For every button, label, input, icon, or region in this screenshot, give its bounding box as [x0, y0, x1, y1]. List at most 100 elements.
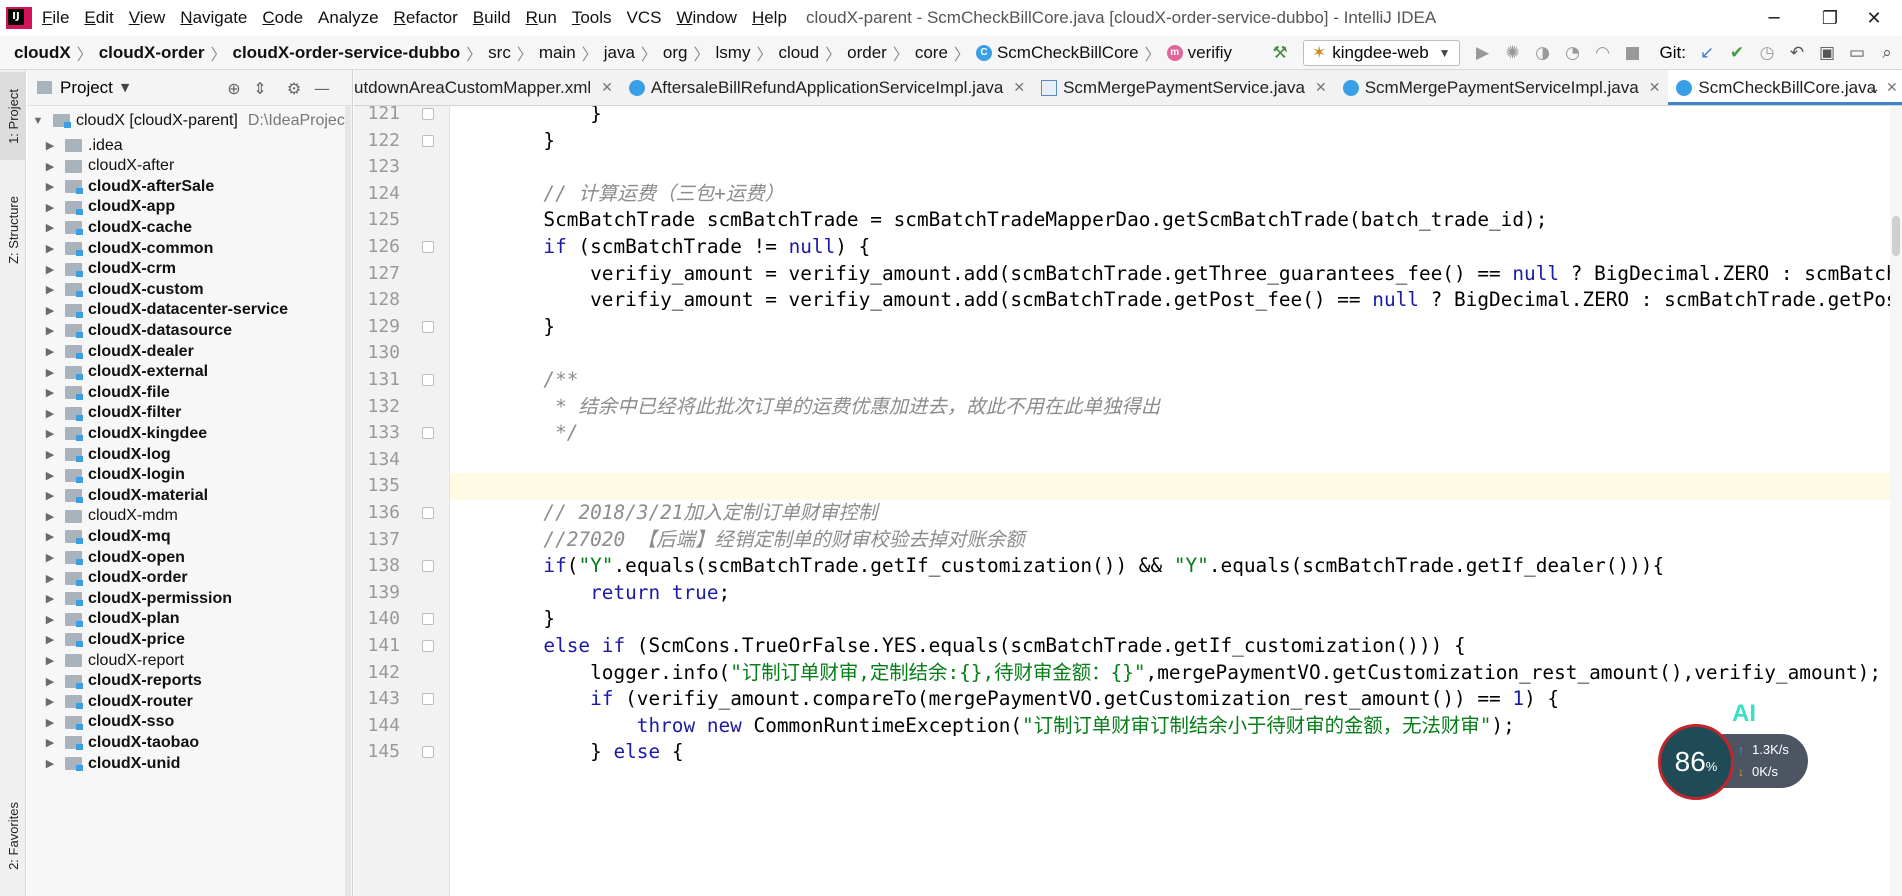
menu-item[interactable]: Run — [526, 8, 557, 28]
expand-arrow-icon[interactable]: ▶ — [43, 139, 57, 152]
breadcrumb-item[interactable]: cloudX — [8, 43, 77, 63]
breadcrumb-item[interactable]: order — [841, 43, 893, 63]
code-line[interactable]: // 计算运费（三包+运费） — [450, 181, 1890, 208]
menu-item[interactable]: Help — [752, 8, 787, 28]
structure-tool-tab[interactable]: Z: Structure — [0, 180, 26, 280]
build-hammer-icon[interactable]: ⚒ — [1265, 38, 1295, 68]
locate-target-icon[interactable]: ⊕ — [223, 78, 245, 100]
code-line[interactable] — [450, 447, 1890, 474]
git-update-icon[interactable]: ↙ — [1692, 38, 1722, 68]
expand-arrow-icon[interactable]: ▶ — [43, 386, 57, 399]
chevron-down-icon[interactable]: ⌄ — [1868, 70, 1894, 106]
breadcrumb-item[interactable]: core — [909, 43, 954, 63]
editor-tab[interactable]: ScmMergePaymentService.java ✕ — [1033, 70, 1335, 105]
attach-icon[interactable]: ◠ — [1588, 38, 1618, 68]
breadcrumb-item[interactable]: cloud — [772, 43, 825, 63]
expand-arrow-icon[interactable]: ▶ — [43, 160, 57, 173]
breadcrumb-item[interactable]: lsmy — [710, 43, 757, 63]
code-line[interactable]: } — [450, 128, 1890, 155]
expand-arrow-icon[interactable]: ▶ — [43, 716, 57, 729]
close-icon[interactable]: ✕ — [601, 79, 613, 96]
code-line[interactable]: } — [450, 106, 1890, 128]
chevron-down-icon[interactable]: ▼ — [121, 81, 129, 94]
code-line[interactable]: } — [450, 314, 1890, 341]
code-line[interactable]: * 结余中已经将此批次订单的运费优惠加进去，故此不用在此单独得出 — [450, 394, 1890, 421]
code-line[interactable]: } — [450, 606, 1890, 633]
menu-item[interactable]: Analyze — [318, 8, 378, 28]
code-line[interactable] — [450, 473, 1890, 500]
expand-arrow-icon[interactable]: ▶ — [43, 469, 57, 482]
fold-marker-icon[interactable] — [422, 560, 434, 573]
breadcrumb-item[interactable]: java — [598, 43, 641, 63]
expand-arrow-icon[interactable]: ▶ — [43, 427, 57, 440]
expand-arrow-icon[interactable]: ▶ — [43, 633, 57, 646]
git-rollback-icon[interactable]: ↶ — [1782, 38, 1812, 68]
fold-marker-icon[interactable] — [422, 320, 434, 333]
debug-icon[interactable]: ✺ — [1498, 38, 1528, 68]
expand-arrow-icon[interactable]: ▶ — [43, 324, 57, 337]
minimize-button[interactable]: ─ — [1746, 0, 1802, 36]
code-line[interactable]: //27020 【后端】经销定制单的财审校验去掉对账余额 — [450, 527, 1890, 554]
breadcrumb-item[interactable]: cloudX-order — [93, 43, 211, 63]
expand-arrow-icon[interactable]: ▶ — [43, 345, 57, 358]
breadcrumb-item[interactable]: main — [533, 43, 582, 63]
expand-arrow-icon[interactable]: ▶ — [43, 180, 57, 193]
expand-arrow-icon[interactable]: ▶ — [43, 736, 57, 749]
menu-item[interactable]: View — [129, 8, 166, 28]
expand-arrow-icon[interactable]: ▶ — [43, 757, 57, 770]
editor-tab[interactable]: utdownAreaCustomMapper.xml ✕ — [354, 70, 621, 105]
menu-item[interactable]: Tools — [572, 8, 612, 28]
editor-tab[interactable]: ScmMergePaymentServiceImpl.java ✕ — [1335, 70, 1669, 105]
expand-arrow-icon[interactable]: ▶ — [43, 613, 57, 626]
menu-item[interactable]: Window — [676, 8, 736, 28]
fold-marker-icon[interactable] — [422, 613, 434, 626]
expand-arrow-icon[interactable]: ▶ — [43, 551, 57, 564]
code-line[interactable]: return true; — [450, 580, 1890, 607]
code-line[interactable]: // 2018/3/21加入定制订单财审控制 — [450, 500, 1890, 527]
expand-arrow-icon[interactable]: ▶ — [43, 654, 57, 667]
breadcrumb-item[interactable]: org — [657, 43, 694, 63]
fold-marker-icon[interactable] — [422, 693, 434, 706]
profile-icon[interactable]: ◔ — [1558, 38, 1588, 68]
breadcrumb-item[interactable]: src — [482, 43, 517, 63]
menu-item[interactable]: Edit — [84, 8, 113, 28]
menu-item[interactable]: File — [42, 8, 69, 28]
close-icon[interactable]: ✕ — [1013, 79, 1025, 96]
expand-arrow-icon[interactable]: ▶ — [43, 407, 57, 420]
expand-arrow-icon[interactable]: ▶ — [43, 201, 57, 214]
expand-arrow-icon[interactable]: ▶ — [43, 675, 57, 688]
expand-arrow-icon[interactable]: ▶ — [43, 530, 57, 543]
fold-marker-icon[interactable] — [422, 507, 434, 519]
expand-arrow-icon[interactable]: ▶ — [43, 263, 57, 276]
expand-arrow-icon[interactable]: ▶ — [43, 304, 57, 317]
fold-marker-icon[interactable] — [422, 134, 434, 147]
fold-marker-icon[interactable] — [422, 746, 434, 759]
breadcrumb-item[interactable]: cloudX-order-service-dubbo — [227, 43, 467, 63]
fold-marker-icon[interactable] — [422, 241, 434, 253]
expand-arrow-icon[interactable]: ▶ — [43, 489, 57, 502]
code-line[interactable]: else if (ScmCons.TrueOrFalse.YES.equals(… — [450, 633, 1890, 660]
expand-arrow-icon[interactable]: ▶ — [43, 592, 57, 605]
fold-marker-icon[interactable] — [422, 108, 434, 120]
run-config-select[interactable]: ✶ kingdee-web ▼ — [1303, 40, 1460, 66]
code-line[interactable]: if("Y".equals(scmBatchTrade.getIf_custom… — [450, 553, 1890, 580]
fold-marker-icon[interactable] — [422, 427, 434, 440]
menu-item[interactable]: Refactor — [394, 8, 458, 28]
menu-item[interactable]: Build — [473, 8, 511, 28]
close-button[interactable]: ✕ — [1846, 0, 1902, 36]
close-icon[interactable]: ✕ — [1649, 79, 1661, 96]
expand-arrow-icon[interactable]: ▶ — [43, 510, 57, 523]
menu-item[interactable]: Navigate — [180, 8, 247, 28]
code-line[interactable]: /** — [450, 367, 1890, 394]
scrollbar-thumb[interactable] — [1892, 216, 1900, 256]
panel-scrollbar[interactable] — [345, 106, 351, 896]
expand-arrow-icon[interactable]: ▶ — [43, 695, 57, 708]
expand-arrow-icon[interactable]: ▶ — [43, 221, 57, 234]
gear-icon[interactable]: ⚙ — [283, 78, 305, 100]
run-icon[interactable]: ▶ — [1468, 38, 1498, 68]
git-commit-icon[interactable]: ✔ — [1722, 38, 1752, 68]
editor-tab[interactable]: ScmCheckBillCore.java ✕ — [1668, 70, 1902, 105]
expand-arrow-icon[interactable]: ▶ — [43, 366, 57, 379]
project-panel-title[interactable]: Project — [60, 78, 113, 98]
stop-icon[interactable]: ■ — [1618, 38, 1648, 68]
